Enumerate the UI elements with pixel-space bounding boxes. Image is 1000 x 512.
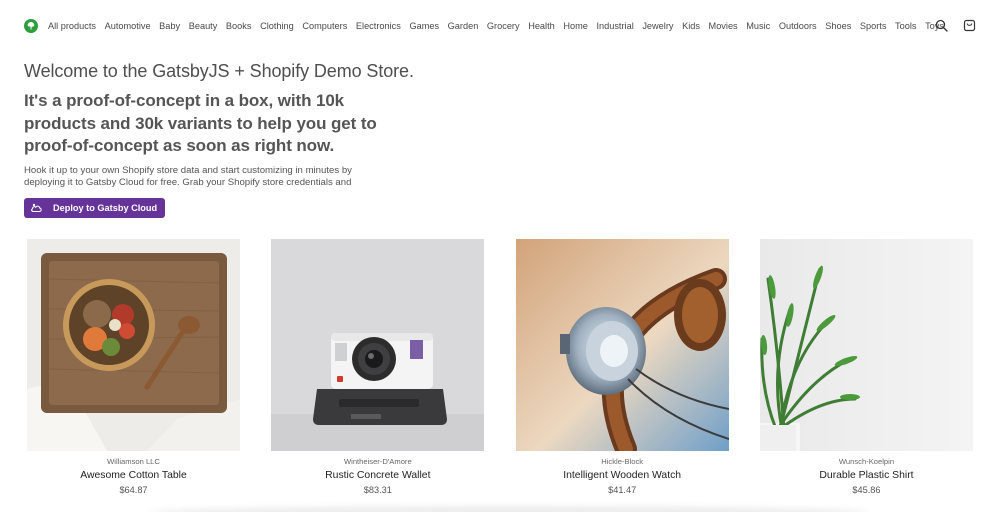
bottom-shadow [150,506,870,512]
nav-item-grocery[interactable]: Grocery [487,20,520,32]
product-card[interactable]: Williamson LLC Awesome Cotton Table $64.… [27,239,240,496]
product-card[interactable]: Wintheiser-D'Amore Rustic Concrete Walle… [271,239,485,496]
nav-item-baby[interactable]: Baby [159,20,180,32]
product-name[interactable]: Rustic Concrete Wallet [271,469,484,482]
product-price: $45.86 [852,485,881,495]
hero-section: Welcome to the GatsbyJS + Shopify Demo S… [24,58,444,219]
deploy-to-gatsby-cloud-button[interactable]: Deploy to Gatsby Cloud [24,197,166,218]
nav-item-all-products[interactable]: All products [48,20,96,32]
nav-item-garden[interactable]: Garden [448,20,479,32]
nav-item-movies[interactable]: Movies [709,20,738,32]
nav-item-automotive[interactable]: Automotive [105,20,151,32]
product-grid: Williamson LLC Awesome Cotton Table $64.… [27,239,973,496]
nav-item-books[interactable]: Books [226,20,252,32]
gatsby-cloud-icon [30,202,44,214]
product-image [759,239,973,451]
tree-icon[interactable] [24,19,38,33]
deploy-button-label: Deploy to Gatsby Cloud [53,202,158,213]
hero-body-text: Hook it up to your own Shopify store dat… [24,164,352,189]
nav-item-shoes[interactable]: Shoes [825,20,851,32]
cart-icon[interactable] [962,18,976,32]
nav-item-tools[interactable]: Tools [895,20,916,32]
product-image [27,239,240,451]
nav-item-sports[interactable]: Sports [860,20,887,32]
product-card[interactable]: Wunsch-Koelpin Durable Plastic Shirt $45… [759,239,973,496]
product-price: $83.31 [363,485,392,495]
nav-item-beauty[interactable]: Beauty [189,20,218,32]
product-name[interactable]: Awesome Cotton Table [27,469,240,482]
product-price: $41.47 [608,485,637,495]
product-name[interactable]: Intelligent Wooden Watch [516,469,729,482]
nav-item-outdoors[interactable]: Outdoors [779,20,817,32]
nav-item-industrial[interactable]: Industrial [596,20,633,32]
product-name[interactable]: Durable Plastic Shirt [760,469,973,482]
product-vendor: Wintheiser-D'Amore [343,457,412,466]
product-image [515,239,729,451]
search-icon[interactable] [934,18,948,32]
nav-item-electronics[interactable]: Electronics [356,20,401,32]
nav-item-music[interactable]: Music [746,20,770,32]
hero-subtitle: It's a proof-of-concept in a box, with 1… [24,91,377,155]
category-nav: All products Automotive Baby Beauty Book… [48,20,976,32]
product-image [271,239,485,451]
nav-item-clothing[interactable]: Clothing [260,20,294,32]
product-vendor: Hickle-Block [601,457,644,466]
page-title: Welcome to the GatsbyJS + Shopify Demo S… [24,61,414,81]
nav-item-computers[interactable]: Computers [302,20,347,32]
nav-item-home[interactable]: Home [563,20,588,32]
site-header: All products Automotive Baby Beauty Book… [0,0,1000,52]
nav-item-health[interactable]: Health [528,20,555,32]
product-price: $64.87 [119,485,148,495]
nav-item-jewelry[interactable]: Jewelry [642,20,673,32]
product-vendor: Wunsch-Koelpin [838,457,895,466]
nav-item-kids[interactable]: Kids [682,20,700,32]
product-card[interactable]: Hickle-Block Intelligent Wooden Watch $4… [515,239,729,496]
nav-item-games[interactable]: Games [409,20,439,32]
header-actions [934,18,976,32]
product-vendor: Williamson LLC [107,457,160,466]
